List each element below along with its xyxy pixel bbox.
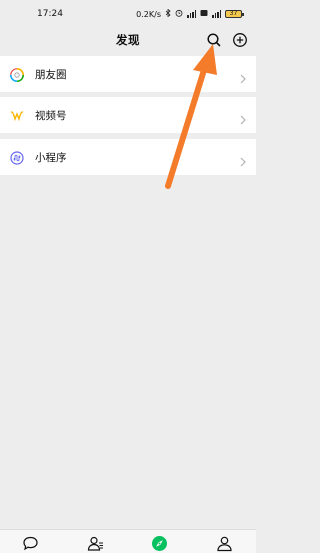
moments-icon bbox=[10, 67, 24, 82]
contacts-icon[interactable] bbox=[86, 534, 104, 552]
menu-item-channels[interactable]: 视频号 bbox=[0, 97, 256, 133]
battery-level: 37 bbox=[229, 10, 238, 17]
tab-bar bbox=[0, 529, 256, 553]
chevron-right-icon bbox=[239, 110, 247, 125]
search-icon[interactable] bbox=[204, 30, 224, 50]
alarm-icon bbox=[175, 9, 183, 19]
nav-bar: 发现 bbox=[0, 28, 256, 52]
me-icon[interactable] bbox=[215, 534, 233, 552]
menu-item-label: 小程序 bbox=[35, 151, 67, 164]
menu-item-label: 朋友圈 bbox=[35, 68, 67, 81]
bluetooth-icon bbox=[165, 8, 171, 19]
menu-item-moments[interactable]: 朋友圈 bbox=[0, 56, 256, 92]
status-time: 17:24 bbox=[37, 9, 63, 19]
signal-2-icon bbox=[212, 10, 221, 18]
chevron-right-icon bbox=[239, 69, 247, 84]
chats-icon[interactable] bbox=[21, 534, 39, 552]
status-bar: 17:24 0.2K/s 37 bbox=[0, 0, 256, 28]
channels-icon bbox=[10, 108, 24, 122]
network-speed: 0.2K/s bbox=[136, 9, 161, 19]
mini-programs-icon bbox=[10, 150, 24, 165]
add-icon[interactable] bbox=[230, 30, 250, 50]
page-title: 发现 bbox=[116, 33, 140, 47]
menu-item-label: 视频号 bbox=[35, 109, 67, 122]
hd-icon bbox=[200, 9, 208, 19]
battery-icon: 37 bbox=[225, 10, 244, 18]
signal-icon bbox=[187, 10, 196, 18]
status-indicators: 0.2K/s 37 bbox=[136, 8, 244, 19]
chevron-right-icon bbox=[239, 152, 247, 167]
discover-icon[interactable] bbox=[150, 534, 168, 552]
menu-item-mini-programs[interactable]: 小程序 bbox=[0, 139, 256, 175]
